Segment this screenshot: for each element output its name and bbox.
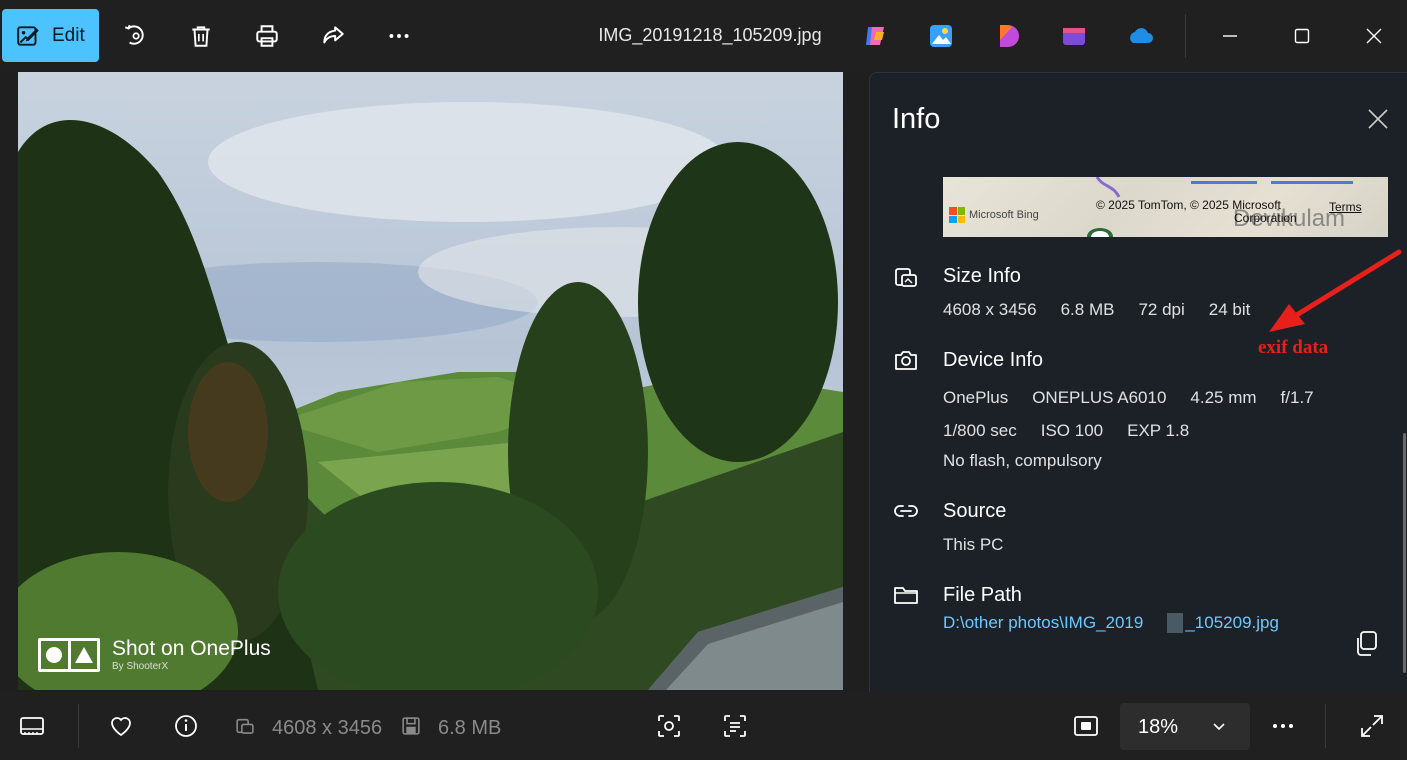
photo-view[interactable]: Shot on OnePlus By ShooterX	[18, 72, 843, 690]
delete-button[interactable]	[184, 19, 218, 53]
size-dpi: 72 dpi	[1138, 300, 1185, 319]
watermark-main: Shot on OnePlus	[112, 637, 271, 660]
minimize-icon	[1223, 35, 1237, 37]
size-file-size: 6.8 MB	[1060, 300, 1115, 319]
save-size-icon	[402, 717, 420, 735]
size-bit-depth: 24 bit	[1208, 300, 1251, 319]
file-name-title: IMG_20191218_105209.jpg	[598, 25, 822, 45]
bing-attribution: Microsoft Bing	[949, 207, 1039, 223]
map-pin-icon	[1087, 228, 1113, 237]
copyright-line2: Corporation	[1234, 211, 1297, 225]
camera-icon	[892, 346, 920, 374]
photos-app-icon[interactable]	[1060, 22, 1088, 50]
more-icon	[389, 34, 409, 38]
exif-annotation: exif data	[1258, 337, 1329, 358]
onedrive-icon[interactable]	[1126, 22, 1154, 50]
rotate-button[interactable]	[118, 19, 152, 53]
landscape-photo	[18, 72, 843, 690]
minimize-button[interactable]	[1210, 18, 1250, 54]
share-button[interactable]	[316, 19, 350, 53]
dimensions-icon	[236, 718, 254, 734]
bottom-divider	[78, 704, 79, 748]
size-info-heading: Size Info	[943, 265, 1021, 287]
annotation-arrow-icon	[1269, 249, 1402, 332]
device-info-line2: 1/800 sec ISO 100 EXP 1.8	[943, 421, 1189, 441]
copilot-icon[interactable]	[861, 22, 889, 50]
file-path-part2: _105209.jpg	[1185, 613, 1279, 632]
edit-image-icon	[17, 25, 39, 46]
map-road	[1191, 181, 1257, 184]
more-options-icon[interactable]	[1269, 712, 1297, 740]
copy-path-icon[interactable]	[1350, 628, 1382, 660]
toolbar-divider	[1185, 14, 1186, 58]
visual-search-icon[interactable]	[655, 712, 683, 740]
edit-label: Edit	[52, 24, 85, 46]
map-road	[1271, 181, 1353, 184]
close-window-button[interactable]	[1354, 18, 1394, 54]
source-heading: Source	[943, 500, 1007, 522]
info-scrollbar[interactable]	[1403, 433, 1406, 673]
folder-icon	[892, 581, 920, 609]
device-info-line1: OnePlus ONEPLUS A6010 4.25 mm f/1.7	[943, 388, 1314, 408]
favorite-heart-icon[interactable]	[107, 712, 135, 740]
device-aperture: f/1.7	[1280, 388, 1314, 407]
print-button[interactable]	[250, 19, 284, 53]
device-info-heading: Device Info	[943, 349, 1044, 371]
size-dimensions: 4608 x 3456	[943, 300, 1037, 319]
rotate-icon	[124, 24, 144, 45]
size-info-icon	[892, 263, 920, 291]
designer-icon[interactable]	[927, 22, 955, 50]
map-terms-link[interactable]: Terms	[1329, 200, 1362, 214]
microsoft-logo-icon	[949, 207, 965, 223]
clipchamp-icon[interactable]	[994, 22, 1022, 50]
watermark-sub: By ShooterX	[112, 661, 169, 672]
device-brand: OnePlus	[943, 388, 1009, 407]
info-panel: Info Devikulam Microsoft Bing © 2025 Tom…	[869, 72, 1407, 692]
close-info-icon[interactable]	[1366, 107, 1390, 131]
info-title: Info	[892, 103, 941, 135]
bottom-toolbar: 4608 x 3456 6.8 MB 18%	[0, 692, 1407, 760]
device-model: ONEPLUS A6010	[1032, 388, 1167, 407]
source-value: This PC	[943, 535, 1004, 554]
device-iso: ISO 100	[1040, 421, 1104, 440]
bottom-file-size: 6.8 MB	[438, 717, 502, 739]
share-icon	[323, 26, 344, 44]
delete-icon	[192, 26, 210, 47]
device-flash: No flash, compulsory	[943, 451, 1102, 470]
location-map[interactable]: Devikulam Microsoft Bing © 2025 TomTom, …	[943, 177, 1388, 237]
device-shutter: 1/800 sec	[943, 421, 1017, 440]
device-exposure: EXP 1.8	[1127, 421, 1190, 440]
edit-button[interactable]: Edit	[2, 9, 99, 62]
top-toolbar: Edit IMG_20191218_105209.jpg	[0, 0, 1407, 72]
maximize-icon	[1294, 28, 1310, 44]
close-icon	[1366, 28, 1382, 44]
fullscreen-icon[interactable]	[1358, 712, 1386, 740]
shot-on-watermark: Shot on OnePlus By ShooterX	[38, 637, 271, 672]
chevron-down-icon	[1213, 723, 1225, 731]
more-button[interactable]	[382, 19, 416, 53]
scan-text-icon[interactable]	[721, 712, 749, 740]
device-focal-length: 4.25 mm	[1190, 388, 1257, 407]
filmstrip-icon[interactable]	[18, 712, 46, 740]
maximize-button[interactable]	[1282, 18, 1322, 54]
zoom-dropdown[interactable]: 18%	[1120, 703, 1250, 750]
bottom-dimensions: 4608 x 3456	[272, 717, 383, 739]
size-info-values: 4608 x 3456 6.8 MB 72 dpi 24 bit	[943, 300, 1250, 320]
path-redaction	[1167, 613, 1184, 633]
bottom-divider-right	[1325, 704, 1326, 748]
file-path-link[interactable]: D:\other photos\IMG_2019 _105209.jpg	[943, 613, 1279, 633]
link-icon	[892, 497, 920, 525]
fit-to-window-icon[interactable]	[1072, 712, 1100, 740]
info-icon[interactable]	[172, 712, 200, 740]
zoom-value: 18%	[1138, 716, 1179, 738]
bing-label: Microsoft Bing	[969, 209, 1039, 221]
print-icon	[256, 25, 278, 47]
file-path-heading: File Path	[943, 584, 1022, 606]
file-path-part1: D:\other photos\IMG_2019	[943, 613, 1144, 632]
map-copyright: © 2025 TomTom, © 2025 Microsoft Corporat…	[1096, 199, 1297, 225]
oneplus-logo	[38, 637, 100, 672]
